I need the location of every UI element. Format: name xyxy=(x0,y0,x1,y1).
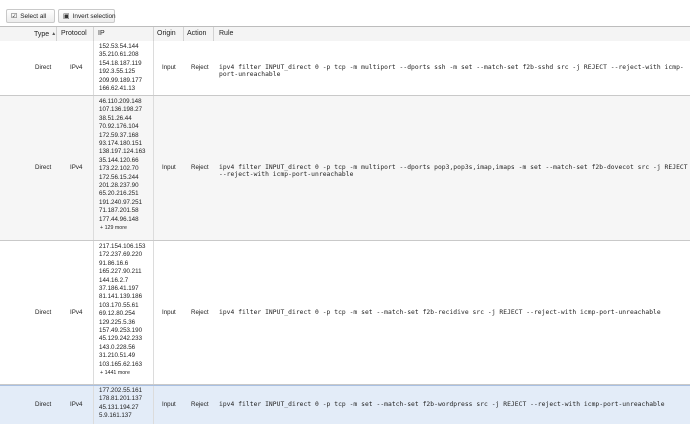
select-all-button[interactable]: ☑ Select all xyxy=(6,9,55,23)
ip-item: 166.62.41.13 xyxy=(99,85,136,93)
cell-rule: ipv4 filter INPUT_direct 0 -p tcp -m mul… xyxy=(219,164,688,178)
cell-type: Direct xyxy=(35,164,52,171)
ip-item: 172.59.37.168 xyxy=(99,131,139,139)
ip-item: 5.9.161.137 xyxy=(99,412,132,420)
cell-protocol: IPv4 xyxy=(70,164,83,171)
column-header-rule[interactable]: Rule xyxy=(219,28,233,40)
ip-item: 35.144.120.66 xyxy=(99,156,139,164)
cell-origin: Input xyxy=(162,164,176,171)
ip-item: 157.49.253.190 xyxy=(99,327,143,335)
ip-item: 46.110.209.148 xyxy=(99,98,142,105)
cell-protocol: IPv4 xyxy=(70,309,83,316)
ip-item: 45.129.242.233 xyxy=(99,335,143,343)
ip-item: 154.18.187.119 xyxy=(99,59,142,67)
ip-item: 31.210.51.49 xyxy=(99,352,136,360)
ip-item: 45.131.194.27 xyxy=(99,403,139,411)
ip-item: 71.187.201.58 xyxy=(99,207,139,215)
toolbar: ☑ Select all ▣ Invert selection xyxy=(0,0,690,27)
cell-origin: Input xyxy=(162,401,176,408)
ip-item: 38.51.26.44 xyxy=(99,114,132,122)
ip-item: 103.170.55.61 xyxy=(99,301,139,309)
cell-ip-list: 177.202.55.161 178.81.201.137 45.131.194… xyxy=(99,387,142,421)
ip-item: 129.225.5.36 xyxy=(99,318,136,326)
cell-origin: Input xyxy=(162,309,176,316)
table-row[interactable]: Direct IPv4 152.53.54.144 35.210.61.208 … xyxy=(0,41,690,96)
ip-item: 138.197.124.163 xyxy=(99,148,146,156)
column-header-protocol[interactable]: Protocol xyxy=(61,28,87,40)
ip-item: 173.22.102.70 xyxy=(99,165,139,173)
table-header: Type ▲ Protocol IP Origin Action Rule xyxy=(0,27,690,42)
rules-table: Type ▲ Protocol IP Origin Action Rule Dir… xyxy=(0,26,690,424)
ip-item: 35.210.61.208 xyxy=(99,51,139,59)
column-header-origin[interactable]: Origin xyxy=(157,28,176,40)
invert-selection-label: Invert selection xyxy=(72,13,116,20)
cell-action: Reject xyxy=(191,164,209,171)
ip-item: 201.28.237.90 xyxy=(99,182,139,190)
cell-rule: ipv4 filter INPUT_direct 0 -p tcp -m set… xyxy=(219,309,661,316)
invert-icon: ▣ xyxy=(63,13,70,20)
ip-item: 217.154.106.153 xyxy=(99,243,146,250)
table-row[interactable]: Direct IPv4 46.110.209.148 107.136.198.2… xyxy=(0,96,690,241)
ip-item: 37.186.41.197 xyxy=(99,285,139,293)
ip-item: 103.165.62.163 xyxy=(99,360,143,368)
cell-origin: Input xyxy=(162,64,176,71)
show-more-link[interactable]: + 1441 more xyxy=(99,369,145,377)
ip-item: 65.20.216.251 xyxy=(99,190,139,198)
ip-item: 70.92.176.104 xyxy=(99,123,139,131)
ip-item: 165.227.90.211 xyxy=(99,268,142,276)
ip-item: 91.86.16.6 xyxy=(99,259,129,267)
table-row[interactable]: Direct IPv4 217.154.106.153 172.237.69.2… xyxy=(0,241,690,385)
ip-item: 143.0.228.56 xyxy=(99,343,136,351)
cell-type: Direct xyxy=(35,64,52,71)
column-header-action[interactable]: Action xyxy=(187,28,206,40)
ip-item: 69.12.80.254 xyxy=(99,310,136,318)
ip-item: 192.3.55.125 xyxy=(99,68,136,76)
cell-ip-list: 152.53.54.144 35.210.61.208 154.18.187.1… xyxy=(99,43,142,93)
show-more-link[interactable]: + 129 more xyxy=(99,224,145,232)
cell-action: Reject xyxy=(191,64,209,71)
cell-rule: ipv4 filter INPUT_direct 0 -p tcp -m set… xyxy=(219,401,665,408)
ip-item: 172.56.15.244 xyxy=(99,173,139,181)
ip-item: 107.136.198.27 xyxy=(99,106,143,114)
cell-type: Direct xyxy=(35,401,52,408)
ip-item: 177.202.55.161 xyxy=(99,387,143,394)
cell-rule: ipv4 filter INPUT_direct 0 -p tcp -m mul… xyxy=(219,64,684,78)
ip-item: 177.44.96.148 xyxy=(99,215,139,223)
ip-item: 144.16.2.7 xyxy=(99,276,129,284)
checkbox-icon: ☑ xyxy=(11,13,18,20)
ip-item: 152.53.54.144 xyxy=(99,43,139,50)
ip-item: 93.174.180.151 xyxy=(99,140,143,148)
cell-type: Direct xyxy=(35,309,52,316)
column-header-type[interactable]: Type ▲ xyxy=(34,28,56,40)
ip-item: 178.81.201.137 xyxy=(99,395,143,403)
cell-action: Reject xyxy=(191,401,209,408)
cell-ip-list: 46.110.209.148 107.136.198.27 38.51.26.4… xyxy=(99,98,145,233)
column-header-ip[interactable]: IP xyxy=(98,28,105,40)
ip-item: 172.237.69.220 xyxy=(99,251,143,259)
cell-ip-list: 217.154.106.153 172.237.69.220 91.86.16.… xyxy=(99,243,145,378)
ip-item: 209.99.189.177 xyxy=(99,76,143,84)
select-all-label: Select all xyxy=(20,13,47,20)
cell-protocol: IPv4 xyxy=(70,401,83,408)
ip-item: 81.141.139.186 xyxy=(99,293,143,301)
ip-item: 191.240.97.251 xyxy=(99,198,143,206)
table-row-selected[interactable]: Direct IPv4 177.202.55.161 178.81.201.13… xyxy=(0,385,690,424)
cell-action: Reject xyxy=(191,309,209,316)
cell-protocol: IPv4 xyxy=(70,64,83,71)
invert-selection-button[interactable]: ▣ Invert selection xyxy=(58,9,116,23)
